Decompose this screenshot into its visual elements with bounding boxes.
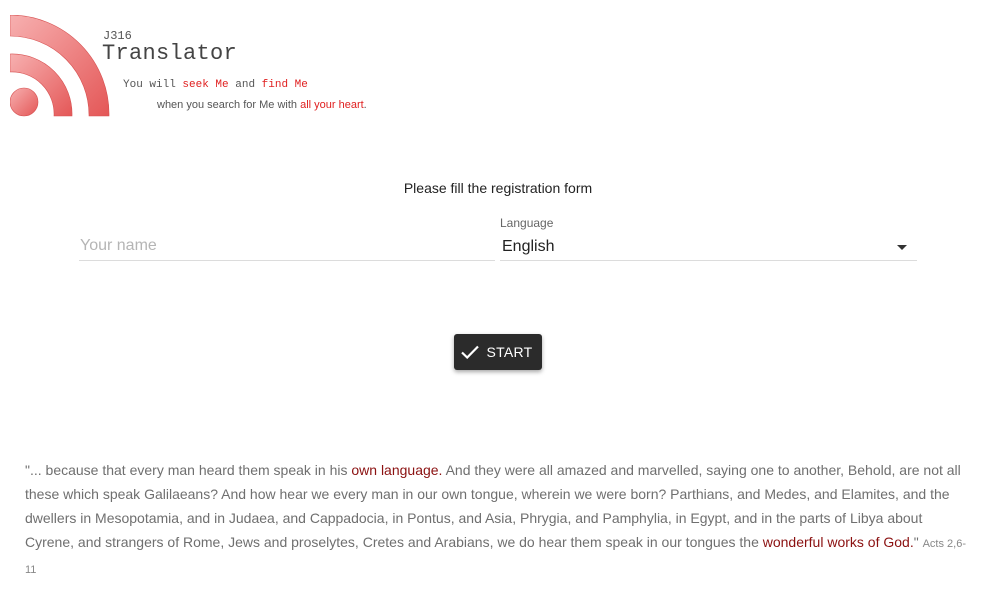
bible-verse: "... because that every man heard them s… <box>25 458 970 582</box>
tagline-text: and <box>228 79 262 91</box>
start-button-label: START <box>486 344 533 360</box>
language-selected-value: English <box>502 238 555 255</box>
language-label: Language <box>500 216 554 230</box>
tagline-text: when you search for Me with <box>157 99 301 111</box>
tagline-text: You will <box>123 79 183 91</box>
tagline-line-2: when you search for Me with all your hea… <box>157 99 367 111</box>
tagline-text: . <box>363 99 367 111</box>
name-field[interactable] <box>79 234 497 261</box>
check-icon <box>461 345 480 359</box>
app-title: Translator <box>102 41 238 66</box>
language-select[interactable]: English <box>500 234 917 261</box>
rss-logo-icon <box>9 14 110 117</box>
verse-text: "... because that every man heard them s… <box>25 462 352 478</box>
verse-emphasis: own language. <box>351 462 443 478</box>
verse-text: " <box>913 534 923 550</box>
name-input[interactable] <box>79 234 497 258</box>
tagline-line-1: You will seek Me and find Me <box>123 79 308 91</box>
tagline-highlight: find Me <box>261 79 308 91</box>
dropdown-arrow-icon[interactable] <box>897 245 907 250</box>
verse-emphasis: wonderful works of God. <box>762 534 914 550</box>
start-button[interactable]: START <box>454 334 542 370</box>
tagline-highlight: all your heart <box>300 99 364 111</box>
form-title: Please fill the registration form <box>403 180 593 196</box>
tagline-highlight: seek Me <box>182 79 229 91</box>
